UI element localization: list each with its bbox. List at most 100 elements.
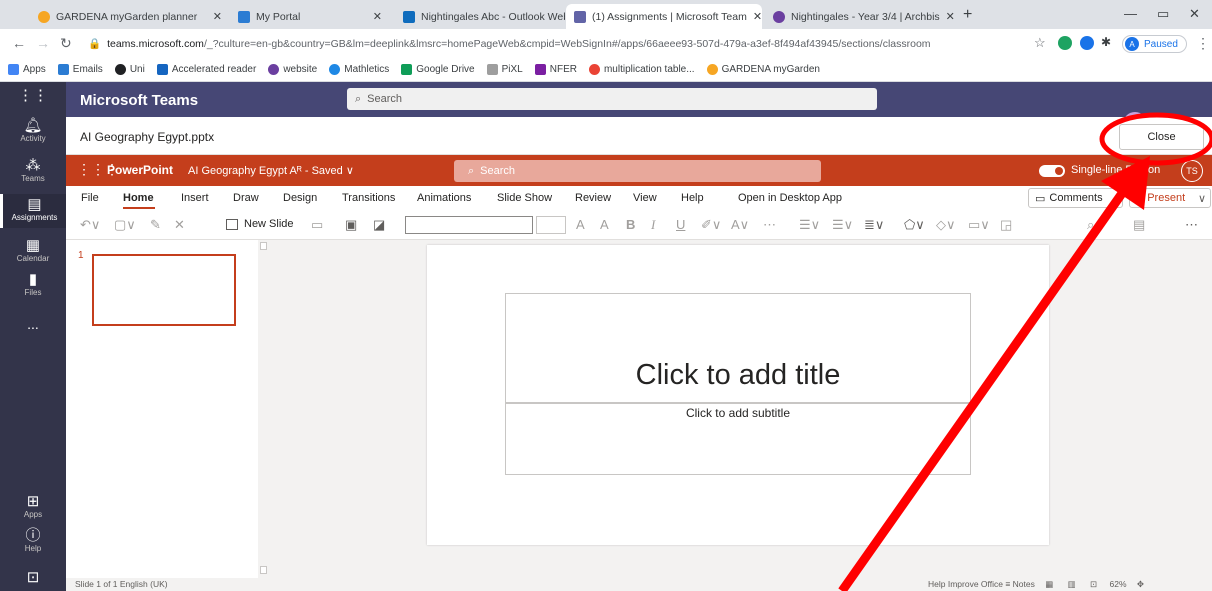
decrease-font-icon[interactable]: A <box>600 217 609 232</box>
increase-font-icon[interactable]: A <box>576 217 585 232</box>
font-color-icon[interactable]: A∨ <box>731 217 749 233</box>
menu-slide-show[interactable]: Slide Show <box>497 192 552 204</box>
rail-item-apps[interactable]: ⊞ Apps <box>0 494 66 524</box>
numbering-icon[interactable]: ☰∨ <box>832 217 853 233</box>
normal-view-icon[interactable]: ▦ <box>1045 579 1053 589</box>
teams-search-input[interactable]: ⌕ Search <box>347 88 877 110</box>
font-size-select[interactable] <box>536 216 566 234</box>
thumbnail-scrollbar[interactable] <box>258 240 269 578</box>
underline-icon[interactable]: U <box>676 217 685 232</box>
browser-tab[interactable]: My Portal ✕ <box>230 4 390 29</box>
delete-icon[interactable]: ✕ <box>174 217 185 233</box>
rail-item-assignments[interactable]: ▤ Assignments <box>0 194 66 228</box>
menu-open-in-desktop-app[interactable]: Open in Desktop App <box>738 192 842 204</box>
bookmark-uni[interactable]: Uni <box>114 64 145 75</box>
single-line-ribbon-toggle[interactable] <box>1039 165 1065 177</box>
bookmark-accelerated-reader[interactable]: Accelerated reader <box>156 64 256 75</box>
section-icon[interactable]: ▣ <box>345 217 357 233</box>
close-tab-icon[interactable]: ✕ <box>747 10 762 23</box>
close-tab-icon[interactable]: ✕ <box>940 10 955 23</box>
bookmark-emails[interactable]: Emails <box>57 64 103 75</box>
ppt-search-input[interactable]: ⌕ Search <box>454 160 821 182</box>
bookmark-multiplication[interactable]: multiplication table... <box>588 64 695 75</box>
menu-file[interactable]: File <box>81 192 99 204</box>
picture-icon[interactable]: ◪ <box>373 217 385 233</box>
menu-review[interactable]: Review <box>575 192 611 204</box>
waffle-menu-icon[interactable]: ⋮⋮ <box>0 88 66 110</box>
maximize-icon[interactable]: ▭ <box>1157 6 1169 22</box>
browser-tab[interactable]: Nightingales Abc - Outlook Web ✕ <box>395 4 565 29</box>
present-button[interactable]: ⊡ Present ∨ <box>1129 188 1211 208</box>
browser-tab[interactable]: Nightingales - Year 3/4 | Archbis ✕ <box>765 4 955 29</box>
forward-icon[interactable]: → <box>36 35 50 51</box>
bullets-icon[interactable]: ☰∨ <box>799 217 820 233</box>
search-icon[interactable]: ⌕ <box>1087 217 1094 233</box>
rail-item-download[interactable]: ⊡ <box>0 570 66 590</box>
menu-help[interactable]: Help <box>681 192 704 204</box>
ppt-user-avatar[interactable]: TS <box>1181 160 1203 182</box>
menu-view[interactable]: View <box>633 192 657 204</box>
italic-icon[interactable]: I <box>651 217 655 233</box>
arrange-icon[interactable]: ◲ <box>1000 217 1012 233</box>
url-field[interactable]: 🔒 teams.microsoft.com/_?culture=en-gb&co… <box>88 34 1018 53</box>
paste-icon[interactable]: ▢∨ <box>114 217 136 233</box>
font-name-select[interactable] <box>405 216 533 234</box>
sorter-view-icon[interactable]: ▥ <box>1068 579 1076 589</box>
shapes-icon[interactable]: ⬠∨ <box>904 217 925 233</box>
title-placeholder[interactable]: Click to add title <box>505 293 971 403</box>
more-options-icon[interactable]: ⋯ <box>1185 217 1198 233</box>
rail-item-files[interactable]: ▮ Files <box>0 272 66 302</box>
bookmark-apps[interactable]: Apps <box>8 64 46 75</box>
reload-icon[interactable]: ↻ <box>60 35 72 52</box>
close-tab-icon[interactable]: ✕ <box>207 10 222 23</box>
highlight-icon[interactable]: ✐∨ <box>701 217 721 233</box>
rail-item-activity[interactable]: 🔔︎ Activity <box>0 118 66 148</box>
menu-animations[interactable]: Animations <box>417 192 471 204</box>
menu-insert[interactable]: Insert <box>181 192 209 204</box>
extension-icon[interactable] <box>1080 36 1094 50</box>
format-painter-icon[interactable]: ✎ <box>150 217 161 233</box>
scroll-up-icon[interactable] <box>260 242 267 250</box>
rail-item-teams[interactable]: ⁂ Teams <box>0 158 66 188</box>
shape-outline-icon[interactable]: ▭∨ <box>968 217 990 233</box>
browser-tab-active[interactable]: (1) Assignments | Microsoft Team ✕ <box>566 4 762 29</box>
bookmark-google-drive[interactable]: Google Drive <box>401 64 475 75</box>
fit-to-window-icon[interactable]: ✥ <box>1137 579 1144 589</box>
designer-icon[interactable]: ▤ <box>1133 217 1145 233</box>
extension-icon[interactable] <box>1058 36 1072 50</box>
menu-draw[interactable]: Draw <box>233 192 259 204</box>
rail-item-help[interactable]: ⓘ Help <box>0 528 66 558</box>
minimize-icon[interactable]: — <box>1124 6 1137 21</box>
close-tab-icon[interactable]: ✕ <box>367 10 382 23</box>
rail-item-more[interactable]: ... <box>0 316 66 332</box>
rail-item-calendar[interactable]: ▦ Calendar <box>0 238 66 268</box>
menu-transitions[interactable]: Transitions <box>342 192 395 204</box>
bold-icon[interactable]: B <box>626 217 635 232</box>
bookmark-website[interactable]: website <box>268 64 317 75</box>
more-font-options-icon[interactable]: ⋯ <box>763 217 776 233</box>
help-improve-and-notes[interactable]: Help Improve Office ≡ Notes <box>928 579 1035 589</box>
extensions-puzzle-icon[interactable]: ✱ <box>1101 35 1111 49</box>
bookmark-star-icon[interactable]: ☆ <box>1034 35 1046 51</box>
bookmark-pixl[interactable]: PiXL <box>486 64 523 75</box>
layout-icon[interactable]: ▭ <box>311 217 323 233</box>
back-icon[interactable]: ← <box>12 35 26 51</box>
subtitle-placeholder[interactable]: Click to add subtitle <box>505 403 971 475</box>
slide-thumbnail[interactable] <box>92 254 236 326</box>
bookmark-mathletics[interactable]: Mathletics <box>329 64 389 75</box>
scroll-down-icon[interactable] <box>260 566 267 574</box>
comments-button[interactable]: ▭ Comments <box>1028 188 1123 208</box>
browser-tab[interactable]: GARDENA myGarden planner ✕ <box>30 4 230 29</box>
slide[interactable]: Click to add title Click to add subtitle <box>427 245 1049 545</box>
window-close-icon[interactable]: ✕ <box>1189 6 1200 22</box>
menu-home[interactable]: Home <box>123 192 154 204</box>
browser-menu-icon[interactable]: ⋮ <box>1196 35 1210 52</box>
reading-view-icon[interactable]: ⊡ <box>1090 579 1097 589</box>
bookmark-gardena[interactable]: GARDENA myGarden <box>706 64 820 75</box>
zoom-level[interactable]: 62% <box>1110 579 1127 589</box>
align-icon[interactable]: ≣∨ <box>864 217 884 233</box>
close-button[interactable]: Close <box>1119 124 1204 150</box>
menu-design[interactable]: Design <box>283 192 317 204</box>
shape-fill-icon[interactable]: ◇∨ <box>936 217 956 233</box>
profile-chip[interactable]: A Paused <box>1122 35 1187 53</box>
